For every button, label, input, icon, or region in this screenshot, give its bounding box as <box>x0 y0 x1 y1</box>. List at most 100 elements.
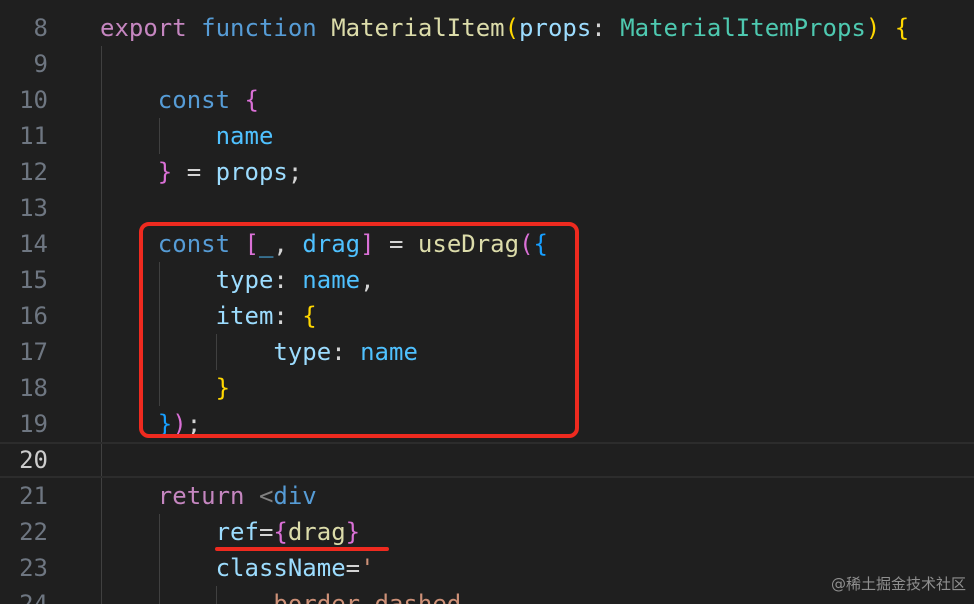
code-token: { <box>302 302 317 330</box>
code-line[interactable]: 20 <box>0 442 974 478</box>
code-token: const <box>157 230 231 258</box>
code-line[interactable]: 22 ref={drag} <box>0 514 974 550</box>
code-token: ; <box>287 158 303 186</box>
code-line[interactable]: 9 <box>0 46 974 82</box>
line-number: 13 <box>19 194 48 222</box>
code-text: className=' <box>100 550 375 586</box>
code-token: } <box>157 410 173 438</box>
line-number: 11 <box>19 122 48 150</box>
code-token: ( <box>504 14 520 42</box>
code-line[interactable]: 19 }); <box>0 406 974 442</box>
code-token: ; <box>186 410 202 438</box>
code-token: props <box>519 14 592 42</box>
line-number: 19 <box>19 410 48 438</box>
code-token: { <box>273 518 288 546</box>
code-text: } <box>100 370 230 406</box>
code-text: border-dashed <box>100 586 461 604</box>
code-token: drag <box>287 518 346 546</box>
code-token: } <box>215 374 231 402</box>
code-token: { <box>244 86 259 114</box>
code-line[interactable]: 13 <box>0 190 974 226</box>
code-token: : <box>273 302 303 330</box>
code-token: , <box>273 230 303 258</box>
code-token: ( <box>519 230 534 258</box>
line-number: 21 <box>19 482 48 510</box>
code-line[interactable]: 10 const { <box>0 82 974 118</box>
code-line[interactable]: 17 type: name <box>0 334 974 370</box>
line-number: 24 <box>19 590 48 604</box>
code-text: const [_, drag] = useDrag({ <box>100 226 548 262</box>
code-token: { <box>533 230 548 258</box>
code-token: function <box>201 14 317 42</box>
line-number: 18 <box>19 374 48 402</box>
code-token: , <box>360 266 375 294</box>
code-line[interactable]: 8 export function MaterialItem(props: Mat… <box>0 10 974 46</box>
code-line[interactable]: 15 type: name, <box>0 262 974 298</box>
code-token: [ <box>244 230 259 258</box>
code-text: ref={drag} <box>100 514 361 550</box>
code-token: type <box>273 338 332 366</box>
code-token: div <box>273 482 317 510</box>
code-token: : <box>591 14 621 42</box>
code-token: border-dashed <box>273 590 462 604</box>
code-line[interactable]: 18 } <box>0 370 974 406</box>
line-number: 20 <box>19 446 48 474</box>
code-token: ) <box>172 410 187 438</box>
code-text: type: name <box>100 334 418 370</box>
code-line[interactable]: 11 name <box>0 118 974 154</box>
code-text: item: { <box>100 298 317 334</box>
code-text: export function MaterialItem(props: Mate… <box>100 10 909 46</box>
code-text: } = props; <box>100 154 303 190</box>
code-token: type <box>215 266 274 294</box>
line-number: 10 <box>19 86 48 114</box>
code-token: : <box>273 266 303 294</box>
code-token: props <box>215 158 288 186</box>
line-number: 8 <box>33 14 48 42</box>
code-token: className <box>215 554 346 582</box>
code-token: const <box>157 86 231 114</box>
code-line[interactable]: 21 return <div <box>0 478 974 514</box>
code-line[interactable]: 24 border-dashed <box>0 586 974 604</box>
code-text: type: name, <box>100 262 375 298</box>
code-token: export <box>100 14 187 42</box>
line-number: 9 <box>33 50 48 78</box>
code-token: name <box>215 122 274 150</box>
code-token: ) <box>865 14 881 42</box>
code-token: useDrag <box>417 230 520 258</box>
code-token: _ <box>258 230 274 258</box>
code-line[interactable]: 23 className=' <box>0 550 974 586</box>
code-editor[interactable]: 8 export function MaterialItem(props: Mat… <box>0 0 974 604</box>
code-token: ref <box>215 518 259 546</box>
line-number: 16 <box>19 302 48 330</box>
code-token: : <box>331 338 361 366</box>
code-token: } <box>345 518 361 546</box>
code-token: { <box>894 14 910 42</box>
code-text: name <box>100 118 274 154</box>
code-token: return <box>157 482 245 510</box>
watermark: @稀土掘金技术社区 <box>830 575 966 593</box>
code-token: drag <box>302 230 361 258</box>
code-line[interactable]: 16 item: { <box>0 298 974 334</box>
code-line[interactable]: 14 const [_, drag] = useDrag({ <box>0 226 974 262</box>
code-token: = <box>172 158 216 186</box>
line-number: 17 <box>19 338 48 366</box>
code-token: ' <box>360 554 375 582</box>
code-line[interactable]: 12 } = props; <box>0 154 974 190</box>
code-token: = <box>374 230 418 258</box>
code-token: name <box>360 338 418 366</box>
code-token: = <box>345 554 361 582</box>
